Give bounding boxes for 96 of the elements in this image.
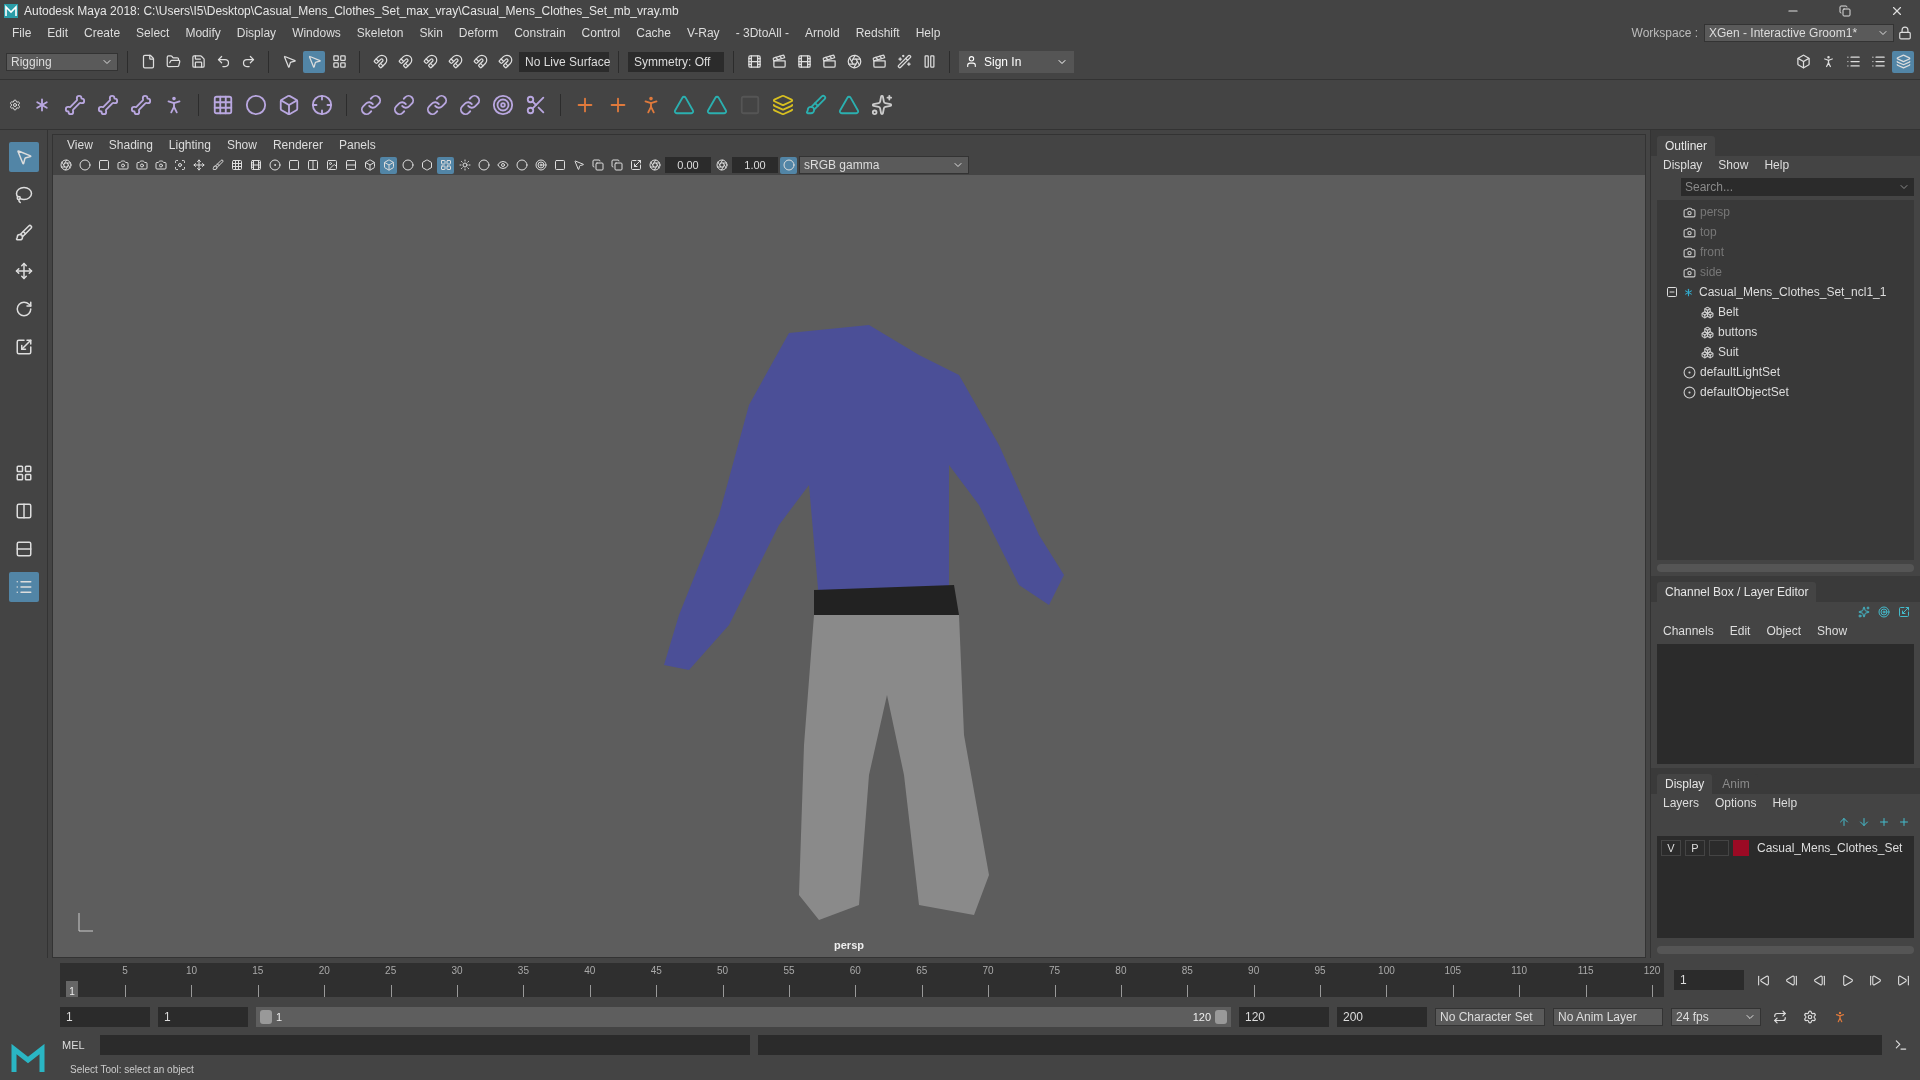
end-field[interactable]: 200 bbox=[1337, 1007, 1427, 1027]
frame-label: 10 bbox=[185, 965, 198, 976]
outliner-item[interactable]: Casual_Mens_Clothes_Set_ncl1_1 bbox=[1699, 285, 1887, 299]
menu-item[interactable]: - 3DtoAll - bbox=[727, 26, 797, 40]
frame-label: 70 bbox=[982, 965, 994, 976]
frame-label: 25 bbox=[385, 965, 397, 976]
menu-item[interactable]: Display bbox=[228, 26, 285, 40]
frame-label: 75 bbox=[1048, 965, 1061, 976]
workspace-dropdown[interactable]: XGen - Interactive Groom1* bbox=[1704, 24, 1894, 42]
menu-item[interactable]: Renderer bbox=[264, 138, 331, 152]
menu-item[interactable]: Channels bbox=[1655, 624, 1722, 638]
menu-item[interactable]: Show bbox=[1809, 624, 1856, 638]
time-ruler[interactable]: 1 5 10 15 20 25 30 35 40 45 50 55 60 65 70 75 80 85 90 95 100 105 110 115 120 bbox=[60, 963, 1664, 997]
live-surface-field[interactable]: No Live Surface bbox=[519, 51, 609, 72]
outliner-item[interactable]: defaultLightSet bbox=[1700, 365, 1781, 379]
menu-item[interactable]: File bbox=[4, 26, 40, 40]
menu-item[interactable]: Redshift bbox=[847, 26, 908, 40]
menu-item[interactable]: Shading bbox=[100, 138, 161, 152]
menu-item[interactable]: Cache bbox=[628, 26, 679, 40]
menu-item[interactable]: Lighting bbox=[160, 138, 219, 152]
frame-label: 5 bbox=[122, 965, 128, 976]
menu-item[interactable]: Arnold bbox=[796, 26, 848, 40]
menu-item[interactable]: Deform bbox=[450, 26, 507, 40]
frame-label: 65 bbox=[916, 965, 928, 976]
frame-label: 85 bbox=[1181, 965, 1193, 976]
frame-label: 30 bbox=[451, 965, 463, 976]
outliner-item[interactable]: Suit bbox=[1718, 345, 1739, 359]
menu-item[interactable]: Object bbox=[1758, 624, 1810, 638]
visibility-toggle[interactable]: V bbox=[1661, 840, 1681, 856]
outliner-tab[interactable]: Outliner bbox=[1657, 136, 1716, 156]
channel-box-tab[interactable]: Channel Box / Layer Editor bbox=[1657, 582, 1817, 602]
start-field[interactable]: 1 bbox=[60, 1007, 150, 1027]
fps-dropdown[interactable]: 24 fps bbox=[1671, 1008, 1761, 1026]
menu-item[interactable]: Display bbox=[1655, 158, 1711, 172]
exposure-field[interactable]: 0.00 bbox=[665, 157, 711, 173]
frame-label: 95 bbox=[1314, 965, 1326, 976]
frame-label: 35 bbox=[517, 965, 529, 976]
menu-item[interactable]: Select bbox=[128, 26, 178, 40]
frame-label: 80 bbox=[1115, 965, 1127, 976]
sign-in-button[interactable]: Sign In bbox=[959, 50, 1074, 73]
frame-label: 60 bbox=[849, 965, 861, 976]
frame-label: 110 bbox=[1511, 965, 1528, 976]
current-frame-marker: 1 bbox=[66, 981, 78, 997]
frame-label: 105 bbox=[1444, 965, 1462, 976]
frame-label: 115 bbox=[1577, 965, 1594, 976]
menu-item[interactable]: Show bbox=[1710, 158, 1757, 172]
menu-item[interactable]: Layers bbox=[1655, 796, 1708, 810]
search-field[interactable]: Search... bbox=[1681, 178, 1914, 196]
frame-label: 50 bbox=[717, 965, 729, 976]
playback-end-field[interactable]: 120 bbox=[1239, 1007, 1329, 1027]
symmetry-field[interactable]: Symmetry: Off bbox=[628, 51, 724, 72]
frame-label: 55 bbox=[783, 965, 795, 976]
range-bar[interactable]: 1 120 bbox=[256, 1007, 1231, 1027]
menu-item[interactable]: Skeleton bbox=[348, 26, 412, 40]
anim-layer-dropdown[interactable]: No Anim Layer bbox=[1553, 1008, 1663, 1026]
menu-item[interactable]: Edit bbox=[1721, 624, 1759, 638]
menu-item[interactable]: Help bbox=[907, 26, 949, 40]
character-set-dropdown[interactable]: No Character Set bbox=[1435, 1008, 1545, 1026]
menu-item[interactable]: Panels bbox=[330, 138, 384, 152]
menu-item[interactable]: Edit bbox=[39, 26, 77, 40]
workspace-label: Workspace : bbox=[1631, 26, 1698, 40]
menu-item[interactable]: V-Ray bbox=[678, 26, 728, 40]
menu-item[interactable]: Show bbox=[218, 138, 265, 152]
menu-item[interactable]: Options bbox=[1707, 796, 1765, 810]
frame-label: 45 bbox=[650, 965, 662, 976]
outliner-item[interactable]: defaultObjectSet bbox=[1700, 385, 1789, 399]
frame-label: 120 bbox=[1643, 965, 1661, 976]
menu-item[interactable]: Control bbox=[573, 26, 629, 40]
range-end-handle[interactable]: 120 bbox=[1192, 1010, 1227, 1024]
menu-item[interactable]: Create bbox=[76, 26, 129, 40]
playback-start-field[interactable]: 1 bbox=[158, 1007, 248, 1027]
window-title: Autodesk Maya 2018: C:\Users\I5\Desktop\Casual_Mens_Clothes_Set_max_vray\Casual_Mens_Clothes_Set_mb_vray.mb bbox=[24, 4, 680, 18]
mel-label[interactable]: MEL bbox=[62, 1039, 92, 1051]
frame-label: 90 bbox=[1248, 965, 1260, 976]
frame-label: 40 bbox=[584, 965, 596, 976]
playback-toggle[interactable]: P bbox=[1685, 840, 1705, 856]
color-space-dropdown[interactable]: sRGB gamma bbox=[799, 156, 969, 174]
menu-item[interactable]: Skin bbox=[411, 26, 451, 40]
menu-item[interactable]: View bbox=[59, 138, 101, 152]
current-frame-field[interactable]: 1 bbox=[1674, 970, 1744, 990]
layer-tab[interactable]: Display bbox=[1657, 774, 1713, 794]
outliner-item[interactable]: buttons bbox=[1718, 325, 1758, 339]
menu-set-dropdown[interactable]: Rigging bbox=[6, 52, 118, 71]
menu-item[interactable]: Modify bbox=[177, 26, 229, 40]
camera-label: persp bbox=[834, 939, 864, 951]
menu-item[interactable]: Constrain bbox=[506, 26, 574, 40]
outliner-item[interactable]: Belt bbox=[1718, 305, 1739, 319]
menu-item[interactable]: Help bbox=[1756, 158, 1798, 172]
gamma-field[interactable]: 1.00 bbox=[732, 157, 778, 173]
menu-item[interactable]: Help bbox=[1764, 796, 1806, 810]
frame-label: 15 bbox=[252, 965, 264, 976]
help-line: Select Tool: select an object bbox=[69, 1062, 195, 1077]
layer-name[interactable]: Casual_Mens_Clothes_Set bbox=[1757, 841, 1903, 855]
frame-label: 20 bbox=[318, 965, 330, 976]
menu-item[interactable]: Windows bbox=[284, 26, 349, 40]
frame-label: 100 bbox=[1378, 965, 1395, 976]
